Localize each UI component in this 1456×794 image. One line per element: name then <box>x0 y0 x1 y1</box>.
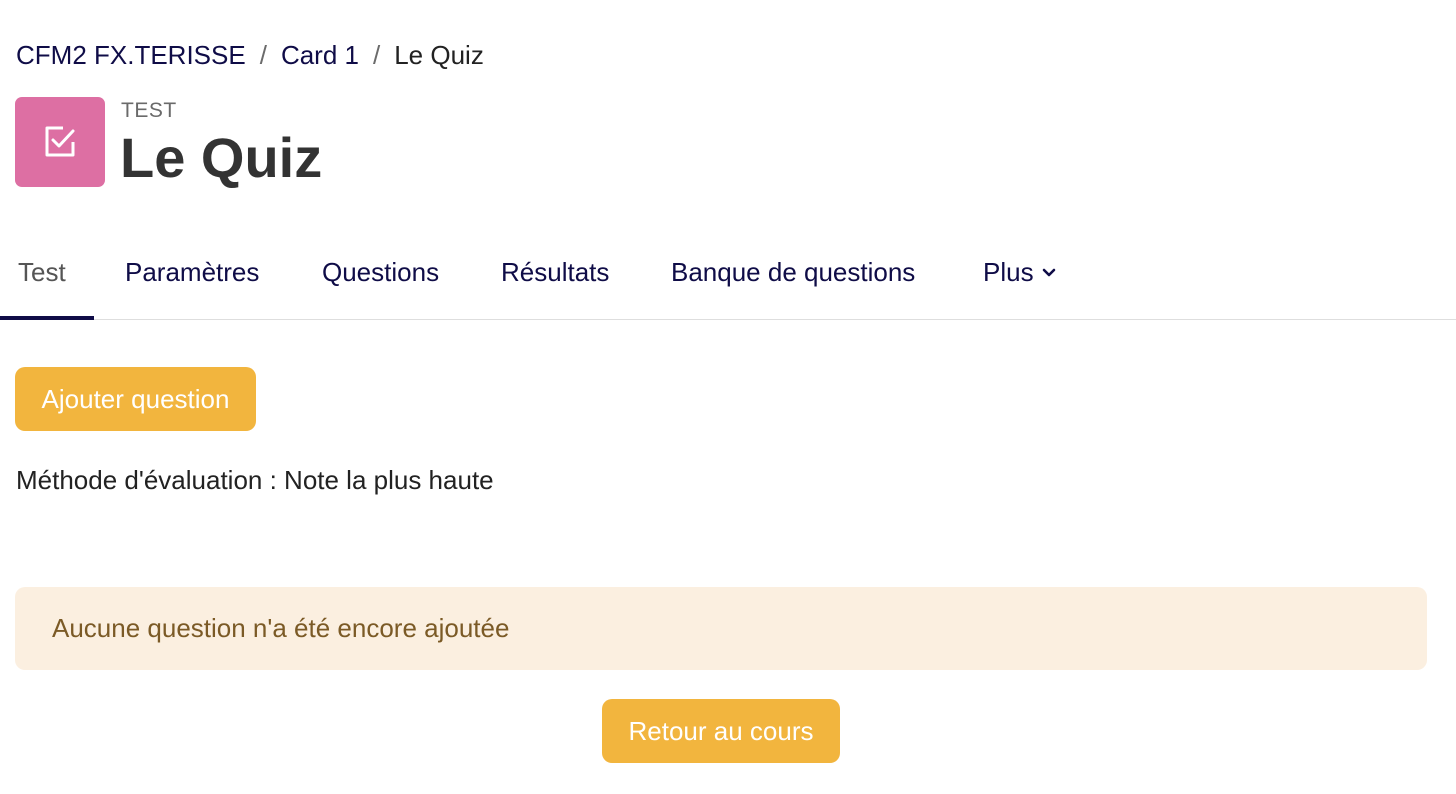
tab-label: Paramètres <box>125 257 260 287</box>
activity-icon <box>15 97 105 187</box>
tab-label: Banque de questions <box>671 257 916 287</box>
tab-plus[interactable]: Plus <box>983 226 1056 319</box>
grading-method-text: Méthode d'évaluation : Note la plus haut… <box>16 465 494 495</box>
tab-questions[interactable]: Questions <box>322 226 439 319</box>
chevron-down-icon <box>1042 268 1056 278</box>
tab-resultats[interactable]: Résultats <box>501 226 609 319</box>
breadcrumb-separator: / <box>259 40 267 70</box>
activity-type-label: TEST <box>121 99 177 122</box>
tab-label: Résultats <box>501 257 610 287</box>
alert-message: Aucune question n'a été encore ajoutée <box>52 613 510 643</box>
tab-parametres[interactable]: Paramètres <box>125 226 259 319</box>
checkbox-icon <box>45 126 75 157</box>
breadcrumb-separator: / <box>372 40 381 70</box>
breadcrumb: CFM2 FX.TERISSE / Card 1 / Le Quiz <box>16 38 484 72</box>
page-title: Le Quiz <box>120 126 323 189</box>
breadcrumb-current: Le Quiz <box>394 40 484 70</box>
tab-banque-de-questions[interactable]: Banque de questions <box>671 226 915 319</box>
breadcrumb-course-link[interactable]: CFM2 FX.TERISSE <box>16 38 246 72</box>
secondary-navigation: Test Paramètres Questions Résultats Banq… <box>0 226 1456 320</box>
no-questions-alert: Aucune question n'a été encore ajoutée <box>15 587 1427 670</box>
breadcrumb-section-link[interactable]: Card 1 <box>281 38 359 72</box>
tab-test[interactable]: Test <box>0 226 94 320</box>
tab-label: Test <box>18 257 66 287</box>
back-to-course-button[interactable]: Retour au cours <box>602 699 840 763</box>
add-question-button[interactable]: Ajouter question <box>15 367 256 431</box>
page: CFM2 FX.TERISSE / Card 1 / Le Quiz TEST … <box>0 0 1456 794</box>
tab-label: Questions <box>322 257 440 287</box>
tab-label: Plus <box>983 257 1034 287</box>
